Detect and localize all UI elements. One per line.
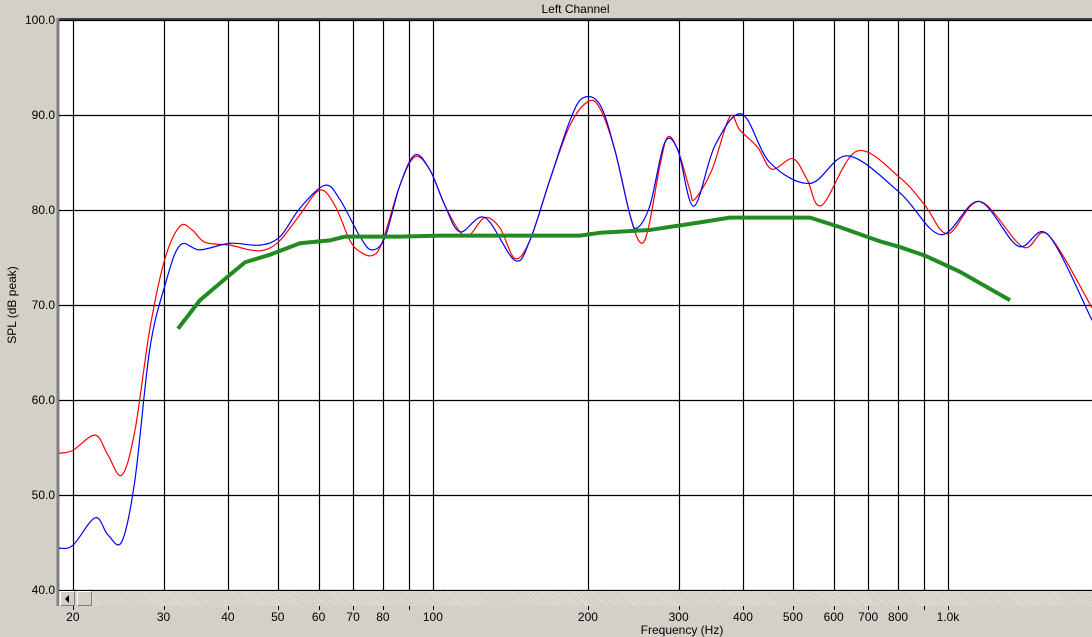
y-tick-label: 60.0 [31,392,55,407]
x-tick-label: 300 [668,610,689,624]
y-axis-label: SPL (dB peak) [5,266,19,344]
x-tick-label: 40 [221,610,235,624]
x-tick-label: 70 [346,610,360,624]
x-tick-label: 700 [858,610,879,624]
x-tick-label: 30 [156,610,171,624]
y-tick-label: 90.0 [31,107,55,122]
plot-area [56,18,1092,610]
scroll-left-arrow-icon[interactable] [60,591,75,606]
y-tick-label: 40.0 [31,582,55,597]
x-tick-label: 200 [577,610,598,624]
y-tick-label: 70.0 [31,297,55,312]
y-tick-label: 80.0 [31,202,55,217]
y-tick-label: 100.0 [24,12,55,27]
x-tick-label: 600 [823,610,844,624]
x-tick-label: 400 [732,610,753,624]
horizontal-scrollbar[interactable] [59,591,1092,606]
x-tick-label: 60 [311,610,326,624]
x-tick-label: 100 [422,610,443,624]
x-tick-label: 20 [66,610,80,624]
x-tick-label: 500 [782,610,803,624]
x-tick-label: 50 [271,610,285,624]
x-tick-label: 80 [376,610,390,624]
x-tick-label: 800 [888,610,909,624]
scrollbar-thumb[interactable] [77,591,92,606]
y-tick-label: 50.0 [31,487,55,502]
x-tick-label: 1.0k [936,610,960,624]
